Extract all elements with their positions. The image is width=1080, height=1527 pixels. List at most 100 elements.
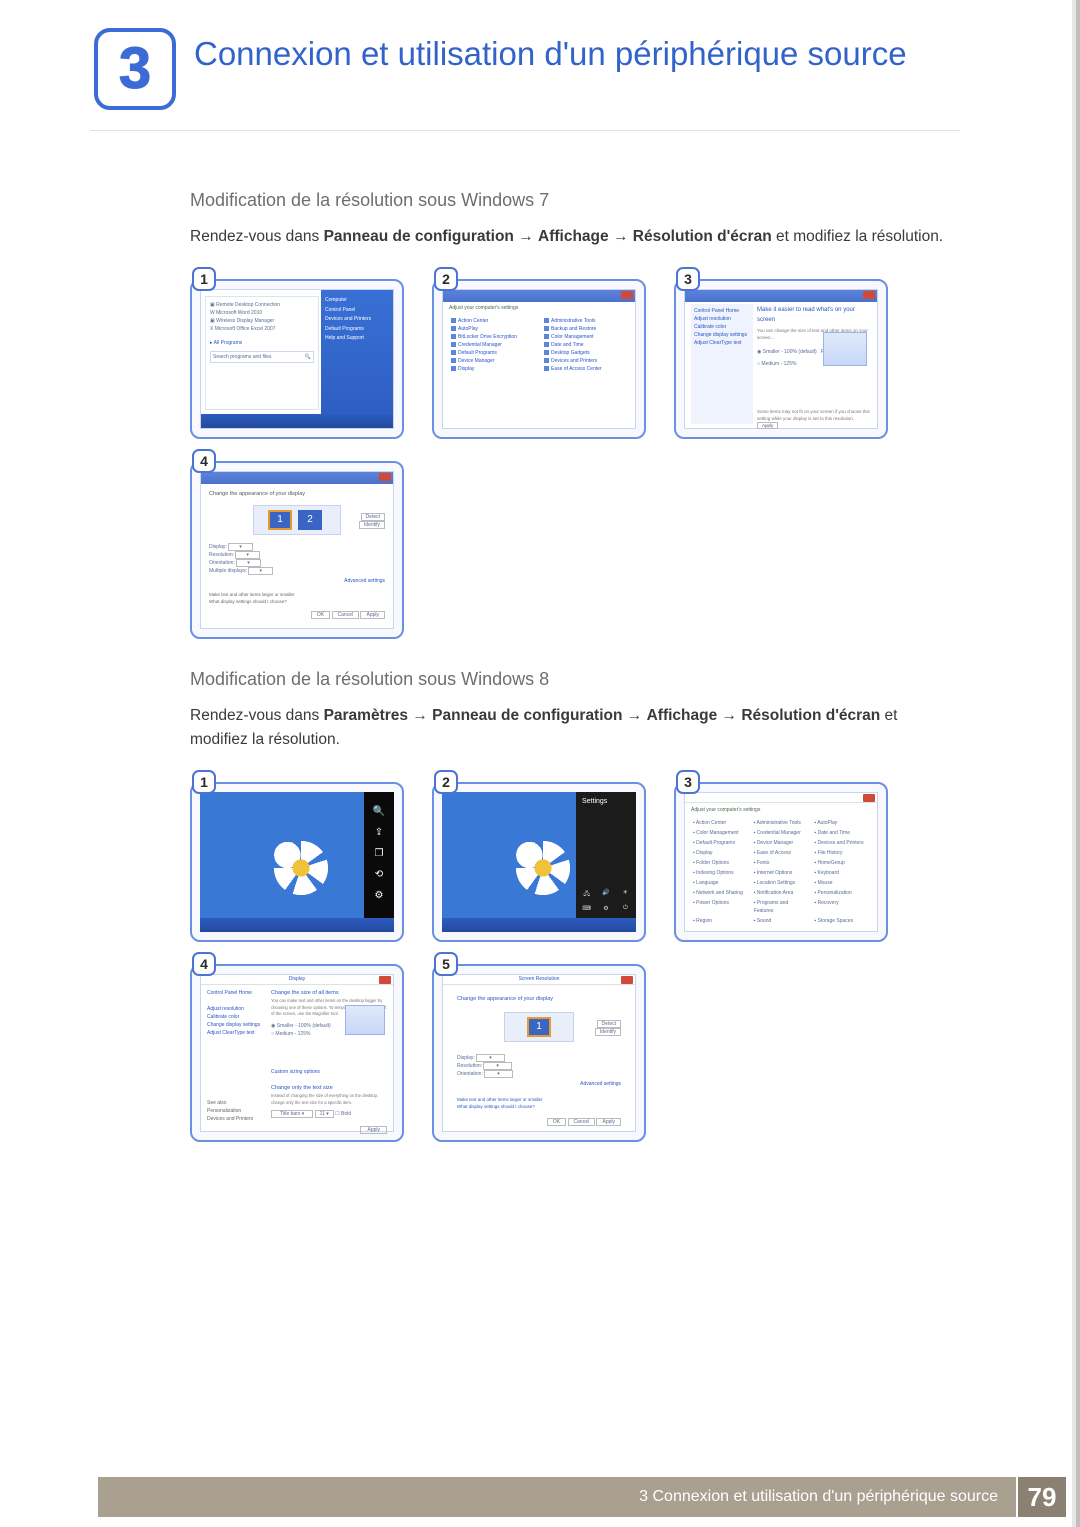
win8-instruction: Rendez-vous dans Paramètres → Panneau de…: [190, 704, 950, 752]
win7-screenshots-row-1: 1 ▣ Remote Desktop Connection W Microsof…: [190, 267, 950, 439]
step-badge: 1: [192, 770, 216, 794]
text: Rendez-vous dans: [190, 228, 324, 245]
screenshot-screen-resolution: Screen Resolution Change the appearance …: [432, 964, 646, 1142]
win7-step-4: 4 Change the appearance of your display …: [190, 449, 404, 639]
page-number: 79: [1018, 1477, 1066, 1517]
taskbar: [201, 414, 393, 428]
settings-header: Settings: [576, 792, 636, 811]
path-item: Panneau de configuration: [324, 228, 514, 245]
content-area: Modification de la résolution sous Windo…: [190, 190, 950, 1152]
screenshot-start-menu: ▣ Remote Desktop Connection W Microsoft …: [190, 279, 404, 439]
win8-screenshots-row-1: 1 🔍 ⇪ ❐ ⟲ ⚙ 10:17: [190, 770, 950, 942]
win8-step-4: 4 Display Control Panel HomeAdjust resol…: [190, 952, 404, 1142]
win8-screenshots-row-2: 4 Display Control Panel HomeAdjust resol…: [190, 952, 950, 1142]
close-icon: [621, 976, 633, 984]
footer-bar: 3 Connexion et utilisation d'un périphér…: [98, 1477, 1016, 1517]
display-window: Control Panel HomeAdjust resolutionCalib…: [684, 289, 878, 429]
step-badge: 3: [676, 770, 700, 794]
step-badge: 3: [676, 267, 700, 291]
step-badge: 2: [434, 770, 458, 794]
screenshot-screen-resolution: Change the appearance of your display 1 …: [190, 461, 404, 639]
menu-items: ▣ Remote Desktop Connection W Microsoft …: [206, 297, 318, 367]
titlebar: [685, 290, 877, 302]
win7-step-1: 1 ▣ Remote Desktop Connection W Microsof…: [190, 267, 404, 439]
res-body: Change the appearance of your display 1 …: [209, 490, 385, 619]
start-menu-right: ComputerControl PanelDevices and Printer…: [321, 290, 393, 428]
arrow-icon: →: [717, 707, 741, 724]
win8-step-3: 3 Adjust your computer's settings ▪ Acti…: [674, 770, 888, 942]
screenshot-display-settings: Control Panel HomeAdjust resolutionCalib…: [674, 279, 888, 439]
settings-pane: Settings 🖧🔊☀ ⌨⚙⏻ Change PC settings: [576, 792, 636, 932]
cp-items-grid: ▪ Action Center▪ Administrative Tools▪ A…: [693, 819, 869, 925]
path-item: Panneau de configuration: [432, 707, 622, 724]
manual-page: 3 Connexion et utilisation d'un périphér…: [0, 0, 1080, 1527]
page-footer: 3 Connexion et utilisation d'un périphér…: [0, 1469, 1080, 1527]
screenshot-settings-pane: Settings 🖧🔊☀ ⌨⚙⏻ Change PC settings: [432, 782, 646, 942]
titlebar: Screen Resolution: [443, 975, 635, 985]
divider: [90, 130, 960, 131]
chapter-number-badge: 3: [94, 28, 176, 110]
screenshot-display: Display Control Panel HomeAdjust resolut…: [190, 964, 404, 1142]
path-item: Paramètres: [324, 707, 408, 724]
screenshot-control-panel-all: Adjust your computer's settings ▪ Action…: [674, 782, 888, 942]
cp-items: Action CenterAdministrative Tools AutoPl…: [451, 318, 627, 372]
path-item: Résolution d'écran: [633, 228, 772, 245]
win7-heading: Modification de la résolution sous Windo…: [190, 190, 950, 211]
control-panel-window: Adjust your computer's settings Action C…: [442, 289, 636, 429]
cp-header: Adjust your computer's settings: [449, 304, 629, 312]
screenshot-control-panel: Adjust your computer's settings Action C…: [432, 279, 646, 439]
arrow-icon: →: [514, 228, 538, 245]
taskbar: [442, 918, 636, 932]
path-item: Affichage: [647, 707, 718, 724]
step-badge: 5: [434, 952, 458, 976]
cp-header: Adjust your computer's settings: [691, 807, 871, 813]
right-items: ComputerControl PanelDevices and Printer…: [321, 290, 393, 350]
step-badge: 4: [192, 952, 216, 976]
cp-all-items: Adjust your computer's settings ▪ Action…: [684, 792, 878, 932]
flower-icon: [278, 845, 324, 891]
win8-heading: Modification de la résolution sous Windo…: [190, 669, 950, 690]
chapter-number: 3: [119, 40, 151, 98]
right-pane: Make it easier to read what's on your sc…: [757, 304, 871, 429]
close-icon: [621, 291, 633, 299]
step-badge: 2: [434, 267, 458, 291]
close-icon: [863, 291, 875, 299]
titlebar: [201, 472, 393, 484]
step-badge: 1: [192, 267, 216, 291]
titlebar: Display: [201, 975, 393, 985]
close-icon: [863, 794, 875, 802]
page-side-rail-inner: [1076, 0, 1080, 1527]
path-item: Résolution d'écran: [741, 707, 880, 724]
flower-icon: [520, 845, 566, 891]
left-pane: Control Panel HomeAdjust resolutionCalib…: [691, 304, 753, 424]
win8-step-5: 5 Screen Resolution Change the appearanc…: [432, 952, 646, 1142]
close-icon: [379, 976, 391, 984]
path-item: Affichage: [538, 228, 609, 245]
display-window: Display Control Panel HomeAdjust resolut…: [200, 974, 394, 1132]
win7-screenshots-row-2: 4 Change the appearance of your display …: [190, 449, 950, 639]
win7-step-2: 2 Adjust your computer's settings Action…: [432, 267, 646, 439]
right-pane: Change the size of all items You can mak…: [271, 989, 387, 1134]
win8-step-1: 1 🔍 ⇪ ❐ ⟲ ⚙ 10:17: [190, 770, 404, 942]
mini-window: ▣ Remote Desktop Connection W Microsoft …: [200, 289, 394, 429]
desktop-wallpaper: Settings 🖧🔊☀ ⌨⚙⏻ Change PC settings: [442, 792, 636, 932]
footer-text: 3 Connexion et utilisation d'un périphér…: [639, 1488, 998, 1506]
resolution-window: Change the appearance of your display 1 …: [200, 471, 394, 629]
taskbar: [200, 918, 394, 932]
arrow-icon: →: [408, 707, 432, 724]
charms-bar: 🔍 ⇪ ❐ ⟲ ⚙: [364, 792, 394, 932]
screenshot-charms-bar: 🔍 ⇪ ❐ ⟲ ⚙ 10:17: [190, 782, 404, 942]
arrow-icon: →: [609, 228, 633, 245]
text: et modifiez la résolution.: [772, 228, 943, 245]
titlebar: [443, 290, 635, 302]
win8-section: Modification de la résolution sous Windo…: [190, 669, 950, 1142]
desktop-wallpaper: 🔍 ⇪ ❐ ⟲ ⚙ 10:17: [200, 792, 394, 932]
text: Rendez-vous dans: [190, 707, 324, 724]
start-menu-left: ▣ Remote Desktop Connection W Microsoft …: [205, 296, 319, 410]
win7-step-3: 3 Control Panel HomeAdjust resolutionCal…: [674, 267, 888, 439]
step-badge: 4: [192, 449, 216, 473]
close-icon: [379, 473, 391, 481]
res-body: Change the appearance of your display 1 …: [457, 995, 621, 1126]
titlebar: [685, 793, 877, 803]
chapter-title: Connexion et utilisation d'un périphériq…: [194, 34, 954, 74]
